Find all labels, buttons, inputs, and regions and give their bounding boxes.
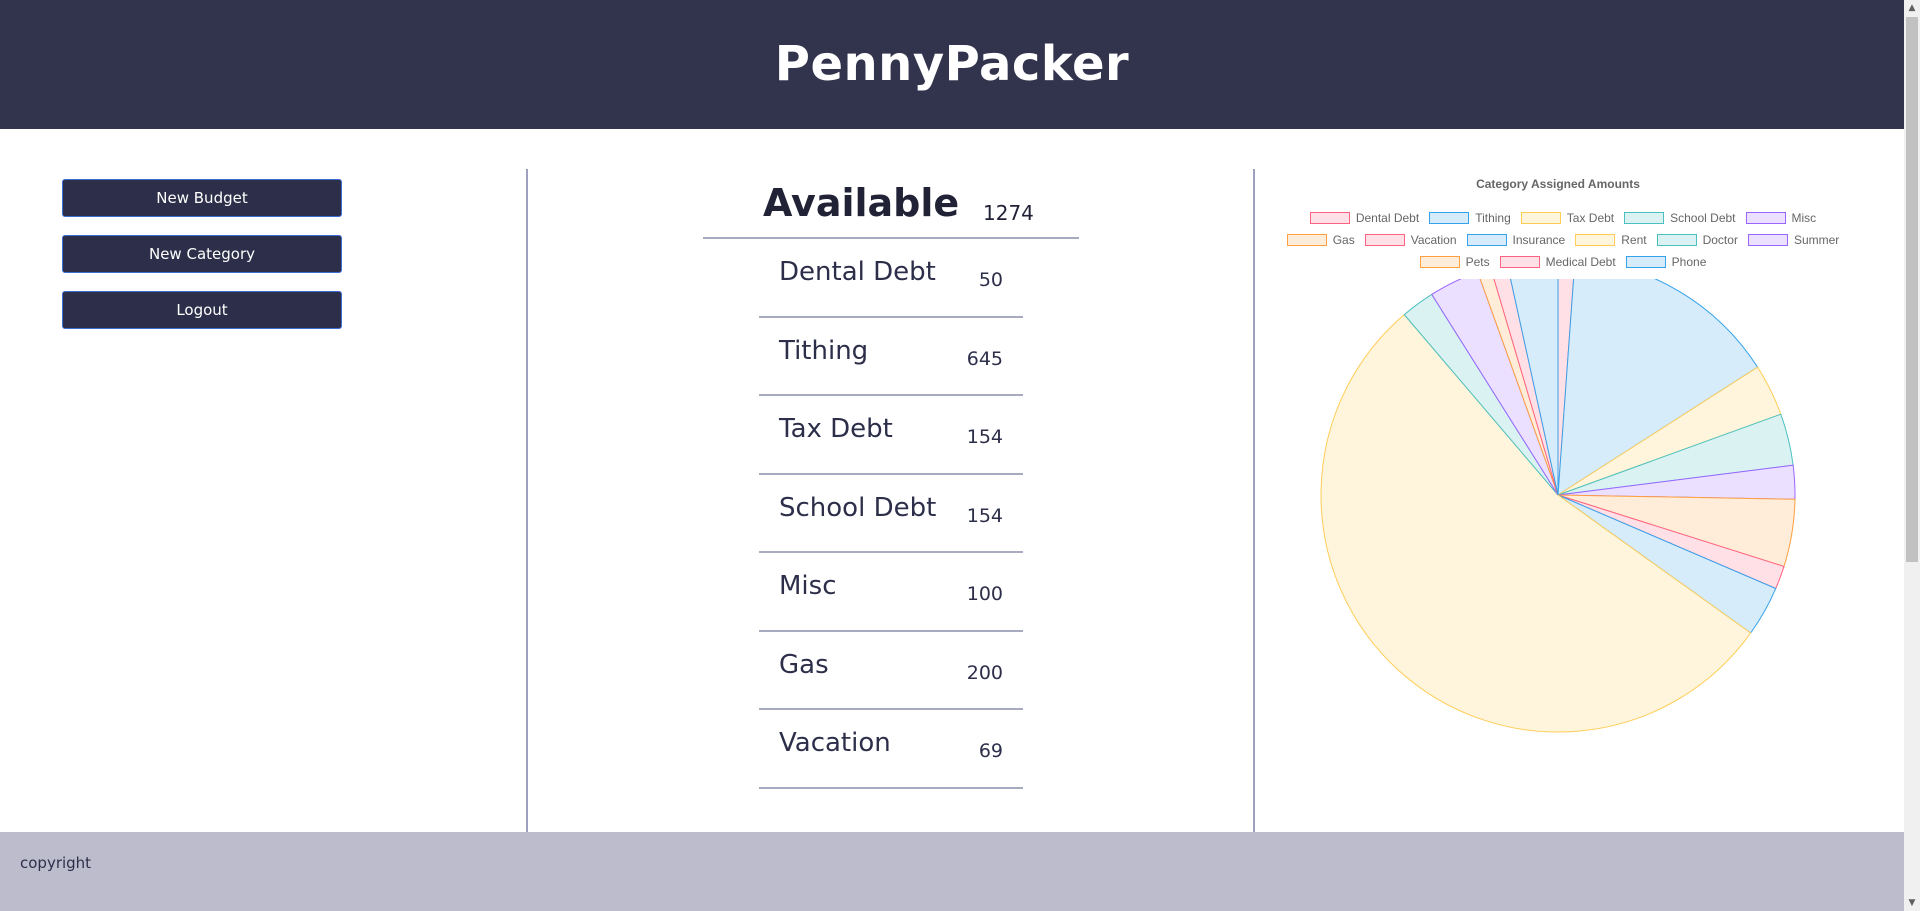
legend-swatch	[1499, 256, 1540, 268]
legend-item[interactable]: Vacation	[1364, 233, 1457, 247]
legend-label: Phone	[1671, 255, 1707, 269]
legend-item[interactable]: Tithing	[1429, 211, 1511, 225]
legend-swatch	[1745, 212, 1786, 224]
legend-swatch	[1419, 256, 1460, 268]
legend-label: Rent	[1621, 233, 1647, 247]
category-value: 50	[978, 269, 1003, 291]
legend-item[interactable]: Dental Debt	[1309, 211, 1420, 225]
legend-item[interactable]: Insurance	[1466, 233, 1566, 247]
available-row: Available 1274	[703, 171, 1079, 239]
legend-item[interactable]: Gas	[1286, 233, 1355, 247]
sidebar: New Budget New Category Logout	[0, 129, 527, 832]
chart-panel: Category Assigned Amounts Dental Debt Ti…	[1256, 129, 1904, 832]
legend-label: Summer	[1793, 233, 1840, 247]
legend-label: Misc	[1791, 211, 1817, 225]
category-name: Vacation	[779, 728, 891, 758]
category-value: 69	[978, 740, 1003, 762]
legend-label: Dental Debt	[1355, 211, 1420, 225]
footer: copyright	[0, 832, 1904, 911]
legend-item[interactable]: Medical Debt	[1499, 255, 1616, 269]
legend-row: Gas Vacation Insurance Rent Doctor Summe…	[1266, 229, 1860, 251]
legend-label: Insurance	[1512, 233, 1566, 247]
legend-label: Gas	[1332, 233, 1355, 247]
category-row[interactable]: Tax Debt 154	[759, 396, 1023, 475]
legend-item[interactable]: School Debt	[1624, 211, 1736, 225]
legend-swatch	[1364, 234, 1405, 246]
category-value: 100	[966, 583, 1003, 605]
category-name: Tithing	[779, 335, 869, 366]
legend-swatch	[1309, 212, 1350, 224]
legend-label: School Debt	[1670, 211, 1736, 225]
legend-swatch	[1747, 234, 1788, 246]
legend-swatch	[1575, 234, 1616, 246]
legend-item[interactable]: Rent	[1575, 233, 1647, 247]
legend-item[interactable]: Summer	[1747, 233, 1840, 247]
legend-label: Tax Debt	[1566, 211, 1615, 225]
scrollbar-thumb[interactable]	[1906, 17, 1918, 562]
category-value: 200	[966, 661, 1003, 684]
legend-swatch	[1429, 212, 1470, 224]
available-label: Available	[763, 181, 960, 225]
category-value: 154	[966, 426, 1003, 448]
scroll-up-arrow-icon[interactable]: ▲	[1904, 0, 1920, 16]
legend-swatch	[1286, 234, 1327, 246]
category-name: Dental Debt	[779, 257, 936, 287]
category-row[interactable]: Gas 200	[759, 632, 1023, 710]
legend-label: Pets	[1465, 255, 1490, 269]
available-value: 1274	[983, 201, 1034, 225]
category-row[interactable]: Tithing 645	[759, 318, 1023, 396]
app-title: PennyPacker	[774, 35, 1130, 92]
legend-label: Vacation	[1410, 233, 1457, 247]
category-name: Tax Debt	[779, 414, 893, 444]
legend-item[interactable]: Tax Debt	[1520, 211, 1615, 225]
legend-swatch	[1466, 234, 1507, 246]
category-value: 154	[966, 504, 1003, 527]
category-name: Misc	[779, 571, 837, 601]
logout-button[interactable]: Logout	[62, 291, 342, 329]
legend-label: Medical Debt	[1545, 255, 1616, 269]
category-row[interactable]: School Debt 154	[759, 475, 1023, 553]
right-divider	[1253, 169, 1255, 832]
legend-item[interactable]: Doctor	[1656, 233, 1738, 247]
legend-swatch	[1624, 212, 1665, 224]
scroll-down-arrow-icon[interactable]: ▼	[1904, 895, 1920, 911]
legend-swatch	[1520, 212, 1561, 224]
category-value: 645	[966, 347, 1003, 370]
category-list: Dental Debt 50 Tithing 645 Tax Debt 154 …	[759, 239, 1023, 789]
main-content: New Budget New Category Logout Available…	[0, 129, 1904, 832]
chart-title: Category Assigned Amounts	[1476, 177, 1640, 191]
legend-label: Doctor	[1702, 233, 1738, 247]
page-scrollbar[interactable]: ▲ ▼	[1904, 0, 1920, 911]
copyright-text: copyright	[20, 854, 92, 872]
legend-label: Tithing	[1475, 211, 1511, 225]
app-header: PennyPacker	[0, 0, 1904, 129]
new-budget-button[interactable]: New Budget	[62, 179, 342, 217]
left-divider	[526, 169, 528, 832]
chart-legend: Dental Debt Tithing Tax Debt School Debt…	[1266, 207, 1860, 273]
new-category-button[interactable]: New Category	[62, 235, 342, 273]
legend-item[interactable]: Misc	[1745, 211, 1817, 225]
legend-row: Dental Debt Tithing Tax Debt School Debt…	[1266, 207, 1860, 229]
category-name: Gas	[779, 649, 829, 680]
legend-item[interactable]: Pets	[1419, 255, 1490, 269]
budget-panel: Available 1274 Dental Debt 50 Tithing 64…	[529, 129, 1254, 832]
category-row[interactable]: Vacation 69	[759, 710, 1023, 789]
legend-row: Pets Medical Debt Phone	[1266, 251, 1860, 273]
category-row[interactable]: Dental Debt 50	[759, 239, 1023, 318]
pie-chart[interactable]	[1256, 279, 1860, 759]
category-row[interactable]: Misc 100	[759, 553, 1023, 632]
legend-swatch	[1656, 234, 1697, 246]
legend-item[interactable]: Phone	[1625, 255, 1707, 269]
category-name: School Debt	[779, 492, 937, 523]
legend-swatch	[1625, 256, 1666, 268]
